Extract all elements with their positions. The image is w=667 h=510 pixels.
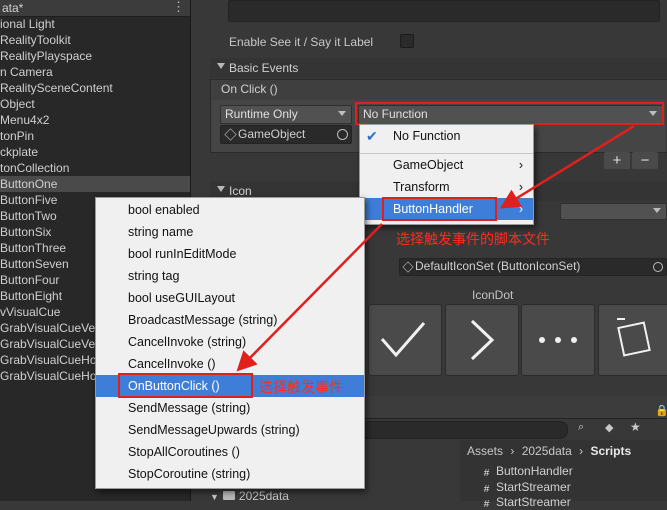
annotation-arrows <box>236 124 635 372</box>
arrow-to-buttonhandler <box>499 124 635 209</box>
arrow-to-onbuttonclick <box>236 223 383 372</box>
